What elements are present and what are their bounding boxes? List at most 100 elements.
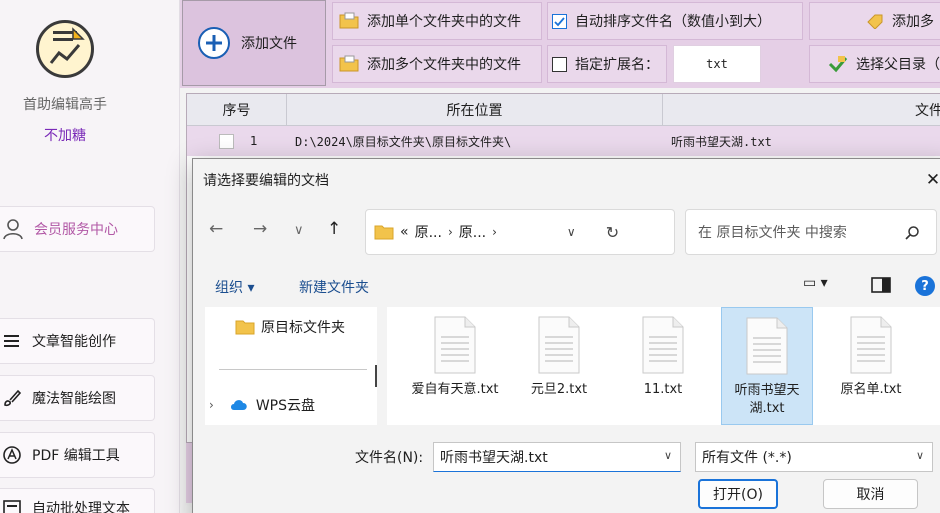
sidebar-item-label: 文章智能创作 — [32, 334, 116, 350]
organize-menu-button[interactable]: 组织 ▾ — [215, 277, 254, 297]
plus-circle-icon — [198, 27, 230, 59]
row-location: D:\2024\原目标文件夹\原目标文件夹\ — [295, 134, 512, 149]
chart-doc-icon — [49, 27, 85, 64]
breadcrumb-separator-icon: › — [447, 225, 453, 239]
text-file-icon — [434, 316, 476, 374]
batch-icon — [3, 500, 21, 513]
checkbox-unchecked-icon — [552, 56, 567, 72]
sidebar-item-batch[interactable]: 自动批处理文本 — [0, 488, 155, 513]
add-single-folder-button[interactable]: 添加单个文件夹中的文件 — [332, 2, 542, 40]
file-type-select[interactable]: 所有文件 (*.*) ∨ — [695, 442, 933, 472]
sidebar-item-write[interactable]: 文章智能创作 — [0, 318, 155, 364]
file-name: 11.txt — [643, 382, 683, 397]
pane-splitter[interactable] — [375, 365, 377, 387]
file-item[interactable]: 11.txt — [617, 307, 709, 425]
chevron-down-icon[interactable]: ∨ — [294, 223, 304, 238]
row-index: 1 — [250, 134, 258, 148]
tag-icon — [867, 14, 883, 29]
refresh-icon[interactable]: ↻ — [606, 223, 619, 242]
nav-item-wps-cloud[interactable]: › WPS云盘 — [209, 395, 315, 415]
nav-item-label: 原目标文件夹 — [261, 320, 345, 336]
brush-icon — [4, 389, 22, 407]
breadcrumb-overflow[interactable]: « — [400, 224, 409, 240]
view-options-icon[interactable]: ▭ ▾ — [803, 275, 828, 291]
command-bar: 组织 ▾ 新建文件夹 ▭ ▾ ? — [193, 271, 940, 303]
filename-value: 听雨书望天湖.txt — [440, 450, 548, 466]
nav-item-target-folder[interactable]: 原目标文件夹 — [235, 317, 345, 337]
navigation-pane: 原目标文件夹 › WPS云盘 — [205, 307, 377, 425]
folder-icon — [339, 55, 359, 72]
address-bar[interactable]: « 原... › 原... › ∨ ↻ — [365, 209, 675, 255]
add-file-button[interactable]: 添加文件 — [182, 0, 326, 86]
checkbox-checked-icon — [552, 13, 567, 29]
file-item-selected[interactable]: 听雨书望天湖.txt — [721, 307, 813, 425]
cancel-button[interactable]: 取消 — [823, 479, 918, 509]
breadcrumb-item[interactable]: 原... — [415, 222, 442, 242]
back-arrow-icon[interactable]: ← — [209, 219, 223, 239]
open-file-dialog: 请选择要编辑的文档 ✕ ← → ∨ ↑ « 原... › 原... › ∨ ↻ … — [192, 158, 940, 513]
filename-label: 文件名(N): — [355, 450, 424, 466]
breadcrumb-item[interactable]: 原... — [459, 222, 486, 242]
sidebar-item-member[interactable]: 会员服务中心 — [0, 206, 155, 252]
extension-checkbox[interactable]: 指定扩展名： — [547, 45, 667, 83]
row-checkbox[interactable] — [219, 133, 234, 149]
up-arrow-icon[interactable]: ↑ — [327, 219, 341, 239]
extension-label: 指定扩展名： — [575, 57, 659, 73]
extension-input[interactable]: txt — [673, 45, 761, 83]
add-multi-label: 添加多个文件夹中的文件 — [367, 57, 521, 73]
close-icon[interactable]: ✕ — [913, 164, 940, 196]
column-header-file[interactable]: 文件 — [663, 94, 940, 125]
file-name: 爱自有天意.txt — [411, 382, 499, 397]
filename-input[interactable]: 听雨书望天湖.txt ∨ — [433, 442, 681, 472]
folder-icon — [235, 320, 255, 335]
add-single-label: 添加单个文件夹中的文件 — [367, 14, 521, 30]
row-index-cell: 1 — [187, 133, 287, 149]
file-item[interactable]: 原名单.txt — [825, 307, 917, 425]
sidebar: 首助编辑高手 不加糖 会员服务中心 文章智能创作 魔法智能绘图 PDF 编辑工具… — [0, 0, 180, 513]
sidebar-item-label: 会员服务中心 — [34, 222, 118, 238]
text-file-icon — [746, 317, 788, 375]
user-icon — [3, 219, 23, 240]
menu-lines-icon — [4, 335, 19, 347]
file-name: 听雨书望天湖.txt — [734, 383, 800, 416]
sidebar-item-draw[interactable]: 魔法智能绘图 — [0, 375, 155, 421]
column-header-index[interactable]: 序号 — [187, 94, 287, 125]
choose-parent-dir-button[interactable]: 选择父目录（ — [809, 45, 940, 83]
breadcrumb-separator-icon: › — [492, 225, 497, 239]
nav-item-label: WPS云盘 — [255, 398, 315, 414]
search-icon — [905, 226, 919, 240]
open-button[interactable]: 打开(O) — [698, 479, 778, 509]
file-name: 元旦2.txt — [530, 382, 588, 397]
preview-pane-icon[interactable] — [871, 277, 891, 293]
file-type-value: 所有文件 (*.*) — [702, 450, 792, 466]
row-filename: 听雨书望天湖.txt — [671, 134, 772, 149]
chevron-down-icon[interactable]: ∨ — [664, 449, 672, 462]
table-row[interactable]: 1 D:\2024\原目标文件夹\原目标文件夹\ 听雨书望天湖.txt — [187, 126, 940, 156]
auto-sort-label: 自动排序文件名（数值小到大） — [575, 14, 771, 30]
file-item[interactable]: 爱自有天意.txt — [409, 307, 501, 425]
text-file-icon — [538, 316, 580, 374]
help-icon[interactable]: ? — [915, 276, 935, 296]
cloud-icon — [230, 400, 247, 410]
add-multi2-label: 添加多 — [892, 14, 934, 30]
pdf-icon — [3, 446, 21, 464]
chevron-down-icon[interactable]: ∨ — [567, 225, 576, 239]
chevron-down-icon: ∨ — [915, 449, 924, 462]
column-header-location[interactable]: 所在位置 — [287, 94, 663, 125]
new-folder-button[interactable]: 新建文件夹 — [299, 277, 369, 297]
add-multi-button[interactable]: 添加多 — [809, 2, 940, 40]
add-multi-folder-button[interactable]: 添加多个文件夹中的文件 — [332, 45, 542, 83]
add-file-label: 添加文件 — [241, 36, 297, 52]
app-subtitle[interactable]: 不加糖 — [0, 125, 130, 145]
auto-sort-checkbox[interactable]: 自动排序文件名（数值小到大） — [547, 2, 803, 40]
divider — [219, 369, 367, 370]
app-title: 首助编辑高手 — [23, 97, 107, 113]
sidebar-item-pdf[interactable]: PDF 编辑工具 — [0, 432, 155, 478]
expand-chevron-icon[interactable]: › — [209, 398, 214, 412]
forward-arrow-icon[interactable]: → — [253, 219, 267, 239]
dialog-title: 请选择要编辑的文档 — [203, 173, 329, 189]
search-input[interactable]: 在 原目标文件夹 中搜索 — [685, 209, 937, 255]
table-header: 序号 所在位置 文件 — [187, 94, 940, 126]
choose-parent-label: 选择父目录（ — [856, 57, 940, 73]
file-item[interactable]: 元旦2.txt — [513, 307, 605, 425]
